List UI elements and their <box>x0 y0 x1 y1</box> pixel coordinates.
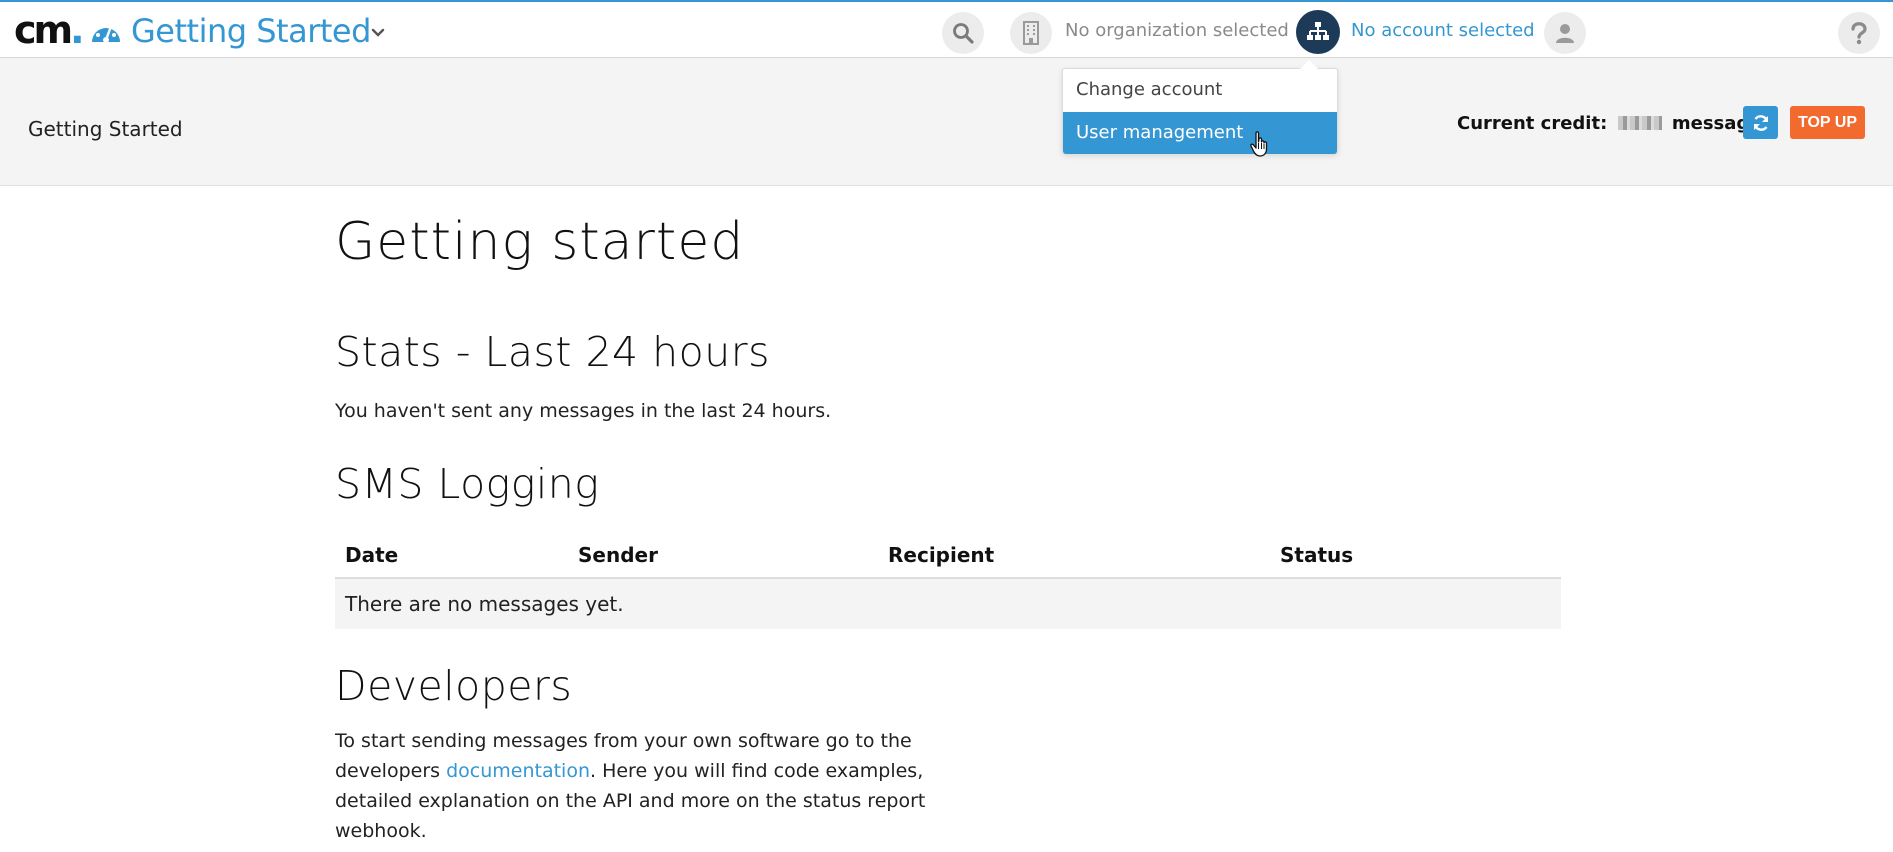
account-selector-label[interactable]: No account selected <box>1351 20 1535 41</box>
sms-logging-heading: SMS Logging <box>335 460 600 508</box>
credit-amount-redacted <box>1617 116 1662 130</box>
top-navigation-bar: cm. Getting Started No organization sele… <box>0 0 1893 58</box>
column-header-recipient[interactable]: Recipient <box>888 543 994 567</box>
building-icon <box>1023 21 1039 45</box>
gauge-icon <box>92 22 120 43</box>
hand-cursor-icon <box>1250 131 1268 157</box>
stats-heading: Stats - Last 24 hours <box>335 328 770 376</box>
table-header: Date Sender Recipient Status <box>335 531 1561 579</box>
column-header-status[interactable]: Status <box>1280 543 1353 567</box>
credit-label: Current credit: <box>1457 113 1608 134</box>
page-title: Getting started <box>335 212 745 272</box>
column-header-sender[interactable]: Sender <box>578 543 658 567</box>
user-profile-button[interactable] <box>1544 12 1586 54</box>
search-button[interactable] <box>942 12 984 54</box>
table-empty-row: There are no messages yet. <box>335 579 1561 629</box>
organization-selector-label[interactable]: No organization selected <box>1065 20 1289 41</box>
page-subheader: Getting Started Current credit: messages… <box>0 59 1893 186</box>
developers-heading: Developers <box>335 662 573 710</box>
documentation-link[interactable]: documentation <box>446 760 590 782</box>
organization-button[interactable] <box>1010 12 1052 54</box>
help-icon <box>1851 22 1867 45</box>
column-header-date[interactable]: Date <box>345 543 398 567</box>
app-switcher-title[interactable]: Getting Started <box>131 11 371 51</box>
logo-text: cm <box>14 8 73 52</box>
breadcrumb-title: Getting Started <box>28 117 183 141</box>
refresh-credit-button[interactable] <box>1743 106 1778 139</box>
account-dropdown-menu: Change account User management <box>1062 60 1338 154</box>
refresh-icon <box>1753 114 1768 131</box>
cm-logo[interactable]: cm. <box>14 8 85 52</box>
menu-item-user-management[interactable]: User management <box>1063 112 1337 154</box>
user-icon <box>1556 24 1574 43</box>
sitemap-icon <box>1307 22 1329 40</box>
chevron-down-icon[interactable] <box>369 24 387 42</box>
search-icon <box>953 23 974 44</box>
developers-text: To start sending messages from your own … <box>335 726 935 846</box>
menu-item-change-account[interactable]: Change account <box>1063 69 1337 111</box>
help-button[interactable] <box>1838 12 1880 54</box>
account-button[interactable] <box>1296 10 1340 54</box>
credit-display: Current credit: messages <box>1457 113 1772 134</box>
top-up-button[interactable]: TOP UP <box>1790 106 1865 139</box>
stats-message: You haven't sent any messages in the las… <box>335 400 832 422</box>
sms-logging-table: Date Sender Recipient Status There are n… <box>335 531 1561 629</box>
